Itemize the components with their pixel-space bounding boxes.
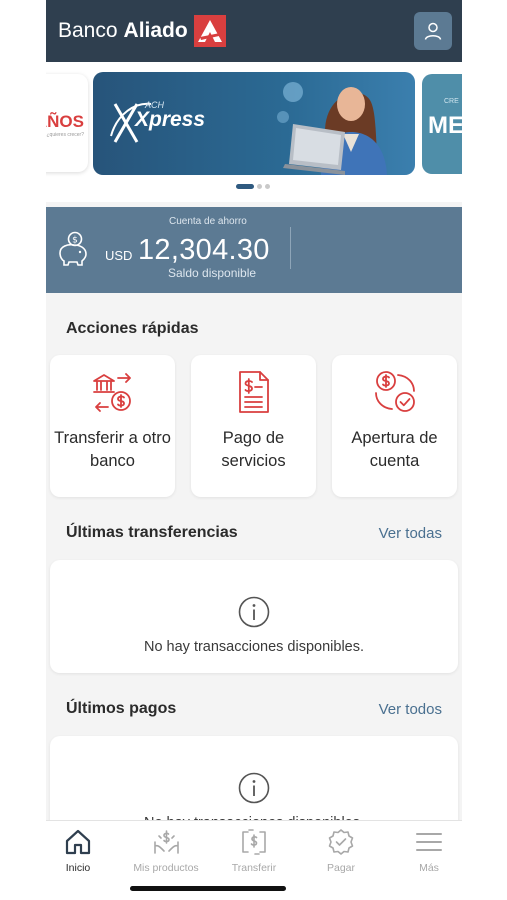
home-icon	[65, 829, 91, 855]
profile-button[interactable]	[414, 12, 452, 50]
transfer-icon	[242, 829, 266, 855]
quick-action-label: Pago de servicios	[221, 429, 286, 470]
bank-transfer-icon	[92, 373, 131, 412]
quick-actions-title: Acciones rápidas	[66, 320, 199, 337]
menu-icon	[416, 833, 442, 851]
promo-card-next-subtext: CRE	[444, 98, 459, 105]
empty-state-text: No hay transacciones disponibles.	[143, 639, 365, 655]
nav-item-home[interactable]: Inicio	[46, 828, 121, 874]
carousel-dot-active[interactable]	[236, 184, 254, 189]
xpress-label: Xpress	[135, 108, 206, 131]
carousel-dot[interactable]	[265, 184, 270, 189]
last-transfers-title: Últimas transferencias	[66, 524, 238, 541]
nav-label: Mis productos	[133, 862, 199, 874]
pay-icon	[328, 829, 354, 855]
info-icon	[238, 772, 270, 804]
products-icon	[154, 830, 179, 854]
balance-amount: 12,304.30	[138, 234, 270, 266]
bank-logo-icon	[193, 15, 226, 47]
see-all-payments-link[interactable]: Ver todos	[379, 701, 442, 718]
quick-action-label: Apertura de cuenta	[351, 429, 438, 470]
promo-carousel[interactable]: AÑOS ¿quieres crecer? ACH Xpress	[46, 62, 462, 202]
promo-card-next-text: ME	[428, 112, 462, 139]
available-balance-caption: Saldo disponible	[168, 266, 257, 280]
account-balance-card[interactable]: $ Cuenta de ahorro USD 12,304.30 Saldo d…	[46, 207, 462, 293]
quick-action-service-payment[interactable]: Pago de servicios	[191, 355, 316, 497]
currency-label: USD	[105, 248, 133, 263]
nav-item-transfer[interactable]: Transferir	[211, 828, 297, 874]
promo-card-previous[interactable]: AÑOS ¿quieres crecer?	[46, 74, 88, 172]
app-header: Banco Aliado	[46, 0, 462, 62]
nav-label: Más	[419, 862, 439, 874]
piggy-bank-icon: $	[59, 231, 87, 266]
svg-text:$: $	[72, 236, 78, 246]
nav-label: Transferir	[231, 862, 277, 874]
quick-action-transfer-other-bank[interactable]: Transferir a otro banco	[50, 355, 175, 497]
nav-label: Pagar	[326, 862, 356, 874]
carousel-pagination	[236, 184, 270, 189]
promo-card-ach-xpress[interactable]: ACH Xpress	[93, 72, 415, 175]
nav-item-pay[interactable]: Pagar	[298, 828, 384, 874]
nav-item-my-products[interactable]: Mis productos	[123, 828, 209, 874]
promo-card-next[interactable]: CRE ME	[422, 74, 462, 174]
quick-action-open-account[interactable]: Apertura de cuenta	[332, 355, 457, 497]
woman-with-laptop-illustration	[277, 82, 387, 175]
carousel-dot[interactable]	[257, 184, 262, 189]
last-payments-title: Últimos pagos	[66, 700, 177, 717]
promo-card-previous-subtext: ¿quieres crecer?	[46, 132, 84, 138]
brand: Banco Aliado	[58, 15, 226, 47]
balance-divider	[290, 227, 291, 269]
see-all-transfers-link[interactable]: Ver todas	[379, 525, 442, 542]
info-icon	[238, 596, 270, 628]
brand-name-bold: Aliado	[123, 19, 188, 42]
user-icon	[424, 22, 442, 40]
transfers-empty-state: No hay transacciones disponibles.	[50, 560, 458, 673]
nav-item-more[interactable]: Más	[386, 828, 462, 874]
account-type-label: Cuenta de ahorro	[169, 216, 247, 227]
open-account-icon	[374, 371, 415, 412]
quick-action-label: Transferir a otro banco	[54, 429, 171, 470]
app-screen: Banco Aliado AÑOS ¿quieres crecer?	[46, 0, 462, 900]
nav-label: Inicio	[65, 862, 91, 874]
promo-card-previous-text: AÑOS	[46, 112, 84, 131]
brand-name-regular: Banco	[58, 19, 118, 42]
home-indicator[interactable]	[130, 886, 286, 891]
invoice-icon	[238, 371, 269, 413]
